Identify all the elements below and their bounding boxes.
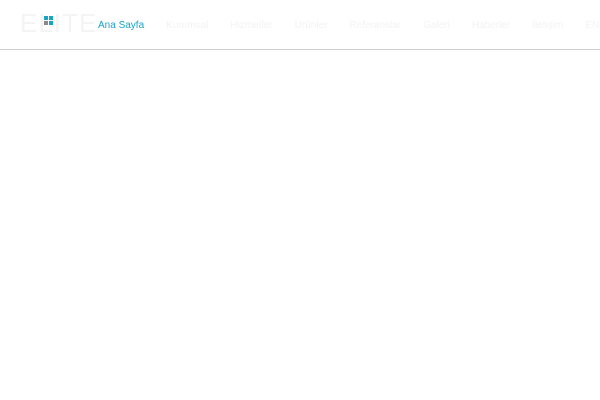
logo-square-2 bbox=[49, 16, 53, 20]
nav-item-galeri[interactable]: Galeri bbox=[423, 20, 450, 31]
nav-item-hizmetler[interactable]: Hizmetler bbox=[230, 20, 272, 31]
nav-item-iletisim[interactable]: İletişim bbox=[532, 20, 563, 31]
site-logo[interactable]: ELITE bbox=[20, 10, 97, 36]
logo-square-4 bbox=[49, 21, 53, 25]
nav-item-haberler[interactable]: Haberler bbox=[472, 20, 510, 31]
main-nav: Ana Sayfa Kurumsal Hizmetler Ürünler Ref… bbox=[98, 0, 600, 50]
nav-item-kurumsal[interactable]: Kurumsal bbox=[166, 20, 208, 31]
page-content bbox=[0, 50, 600, 400]
logo-square-3 bbox=[44, 21, 48, 25]
nav-item-urunler[interactable]: Ürünler bbox=[295, 20, 328, 31]
grid-squares-icon bbox=[44, 16, 53, 25]
site-header: ELITE Ana Sayfa Kurumsal Hizmetler Ürünl… bbox=[0, 0, 600, 50]
nav-item-ana-sayfa[interactable]: Ana Sayfa bbox=[98, 20, 144, 31]
logo-square-1 bbox=[44, 16, 48, 20]
nav-item-referanslar[interactable]: Referanslar bbox=[349, 20, 401, 31]
nav-item-language[interactable]: EN bbox=[585, 20, 599, 31]
logo-text: ELITE bbox=[20, 8, 98, 38]
